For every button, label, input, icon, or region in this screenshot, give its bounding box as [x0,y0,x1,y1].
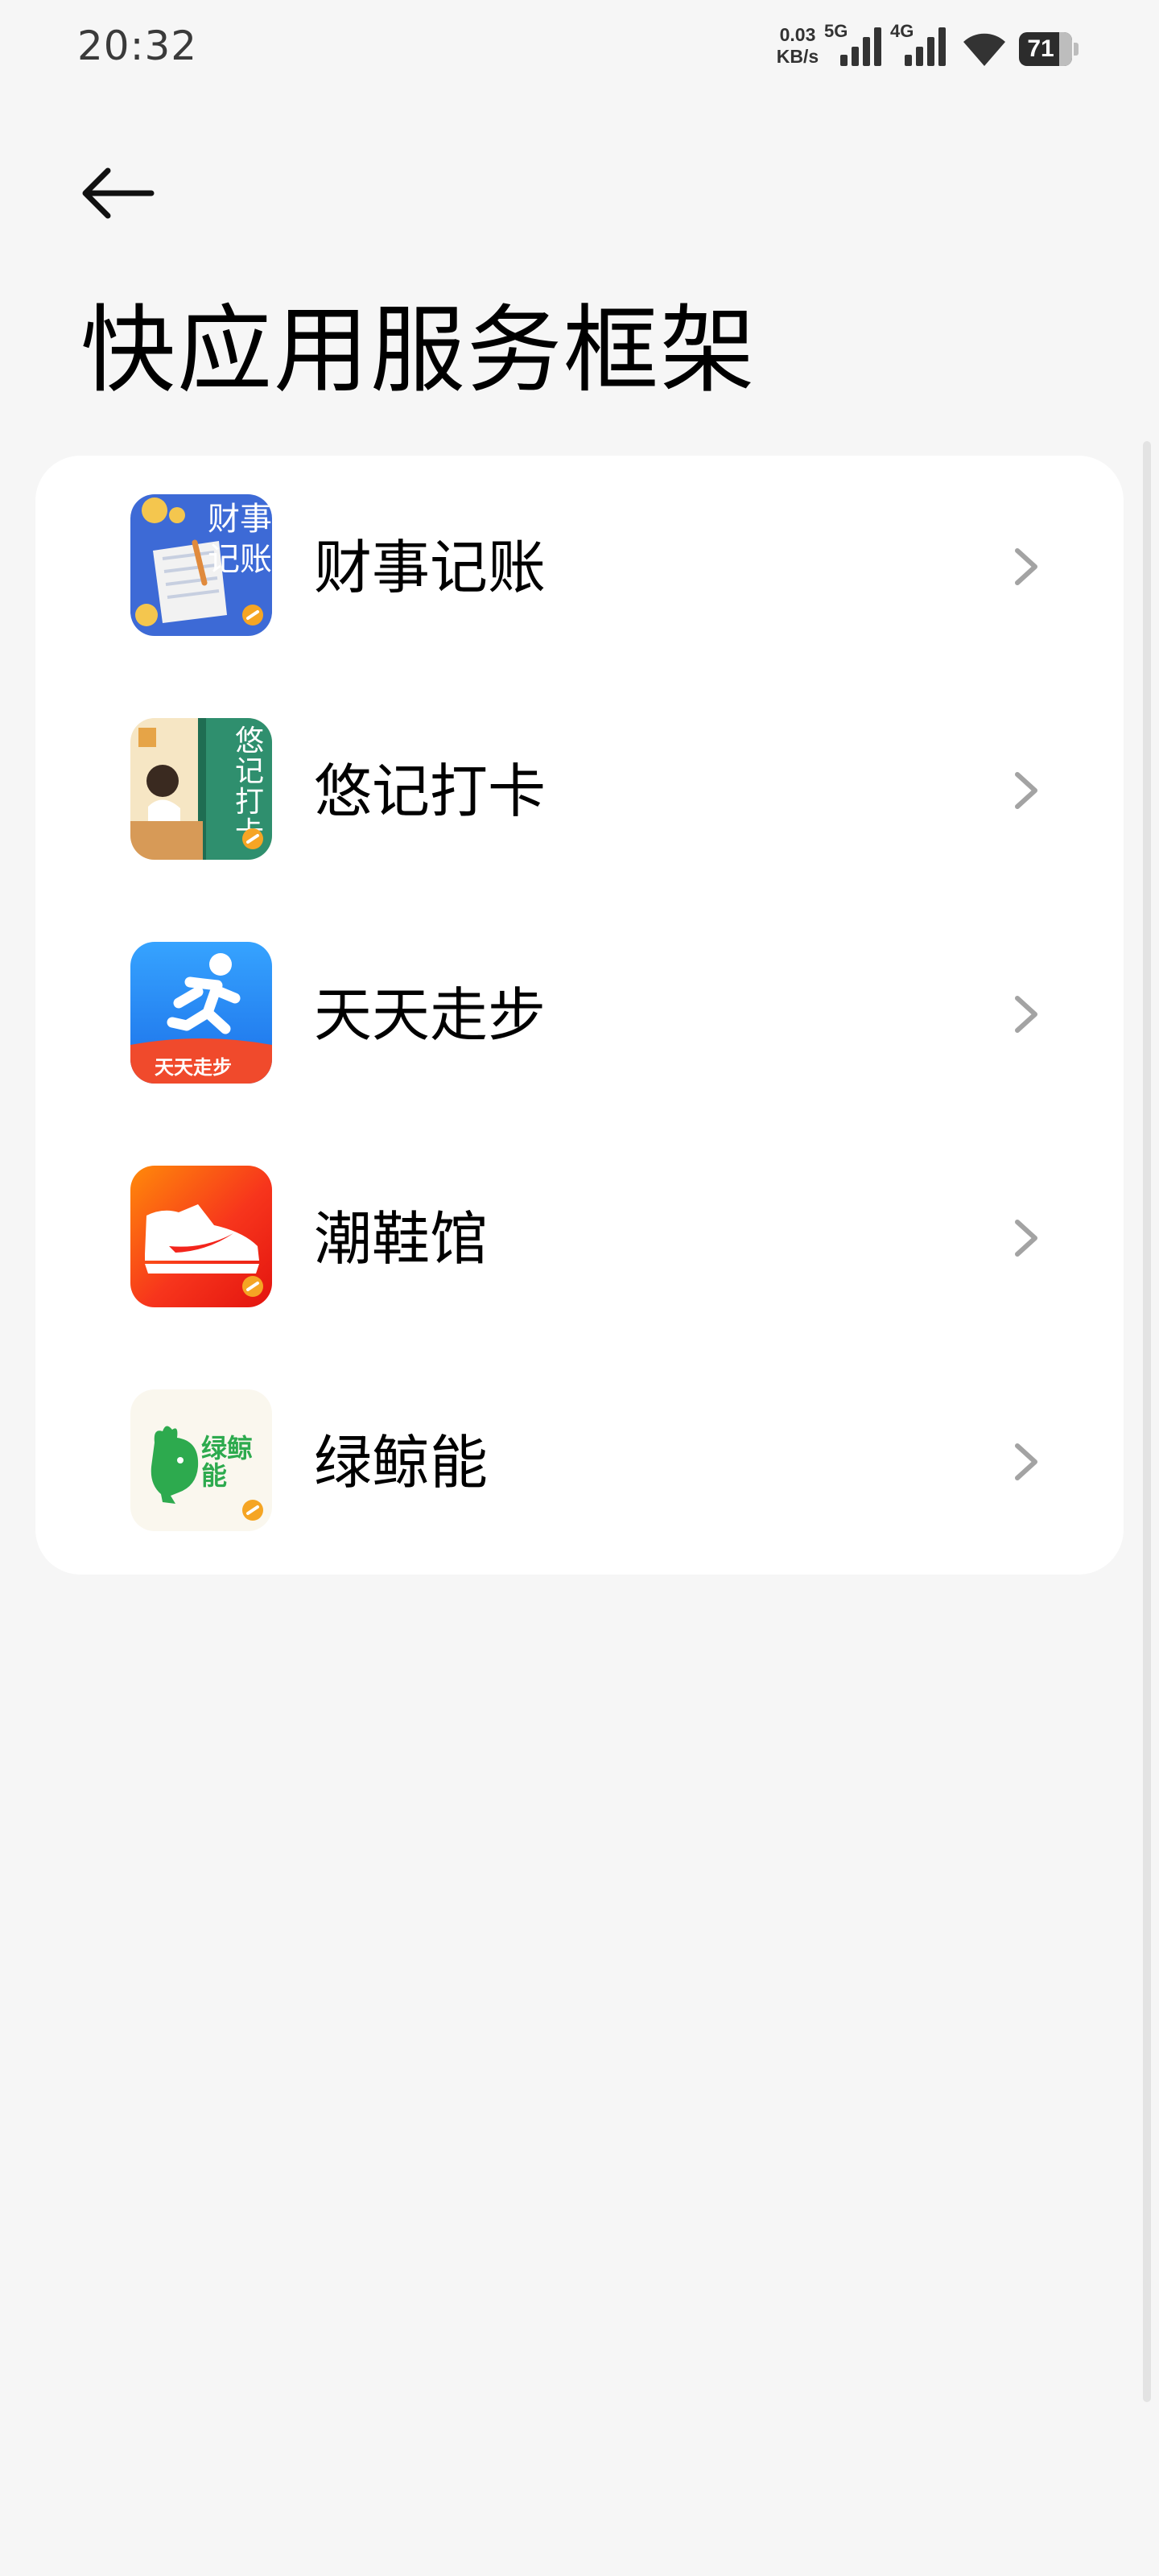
scrollbar[interactable] [1143,441,1151,2402]
arrow-left-icon [82,167,155,219]
sneaker-app-icon [130,1166,272,1307]
app-name: 绿鲸能 [314,1429,489,1496]
signal-bars-icon [840,27,881,66]
app-row-walking[interactable]: 天天走步 天天走步 [35,903,1124,1127]
signal-bars-icon [905,27,946,66]
status-time: 20:32 [77,23,198,69]
app-row-sneaker[interactable]: 潮鞋馆 [35,1127,1124,1351]
app-row-checkin[interactable]: 悠记打卡 悠记打卡 [35,679,1124,903]
battery-level: 71 [1027,35,1054,62]
app-row-green-whale[interactable]: 绿鲸能 绿鲸能 [35,1351,1124,1575]
app-row-cashbook[interactable]: 财事记账 财事记账 [35,456,1124,679]
chevron-right-icon [1015,1443,1037,1480]
app-name: 潮鞋馆 [314,1205,489,1273]
cashbook-app-icon: 财事记账 [130,494,272,636]
status-bar: 20:32 0.03 KB/s 5G 4G 71 [0,0,1159,97]
wifi-icon [963,33,1005,66]
svg-text:天天走步: 天天走步 [155,1056,232,1079]
back-button[interactable] [71,150,161,240]
chevron-right-icon [1015,548,1037,585]
green-whale-app-icon: 绿鲸能 [130,1389,272,1531]
app-name: 财事记账 [314,534,547,601]
page-title: 快应用服务框架 [80,295,757,406]
app-name: 悠记打卡 [314,758,547,825]
app-list-card: 财事记账 财事记账 悠记打卡 悠记打卡 [35,456,1124,1575]
network-speed-value: 0.03 [779,24,816,45]
chevron-right-icon [1015,1220,1037,1257]
walking-app-icon: 天天走步 [130,942,272,1084]
chevron-right-icon [1015,772,1037,809]
checkin-app-icon: 悠记打卡 [130,718,272,860]
network-speed: 0.03 KB/s [771,24,824,68]
network-speed-unit: KB/s [776,46,819,67]
app-name: 天天走步 [314,981,547,1049]
chevron-right-icon [1015,996,1037,1033]
battery-indicator: 71 [1019,32,1080,66]
